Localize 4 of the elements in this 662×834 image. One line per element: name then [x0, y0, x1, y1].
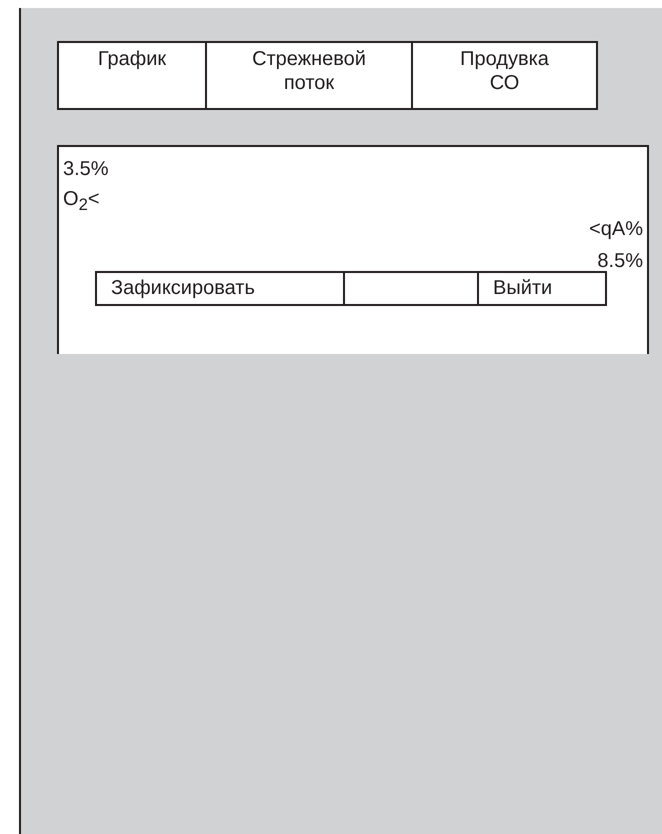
reading-text: 3.5%	[63, 158, 109, 180]
reading-text: <qA%	[589, 218, 643, 240]
reading-text: O$_{2}$<	[63, 188, 100, 210]
reading-text: 8.5%	[597, 250, 643, 272]
